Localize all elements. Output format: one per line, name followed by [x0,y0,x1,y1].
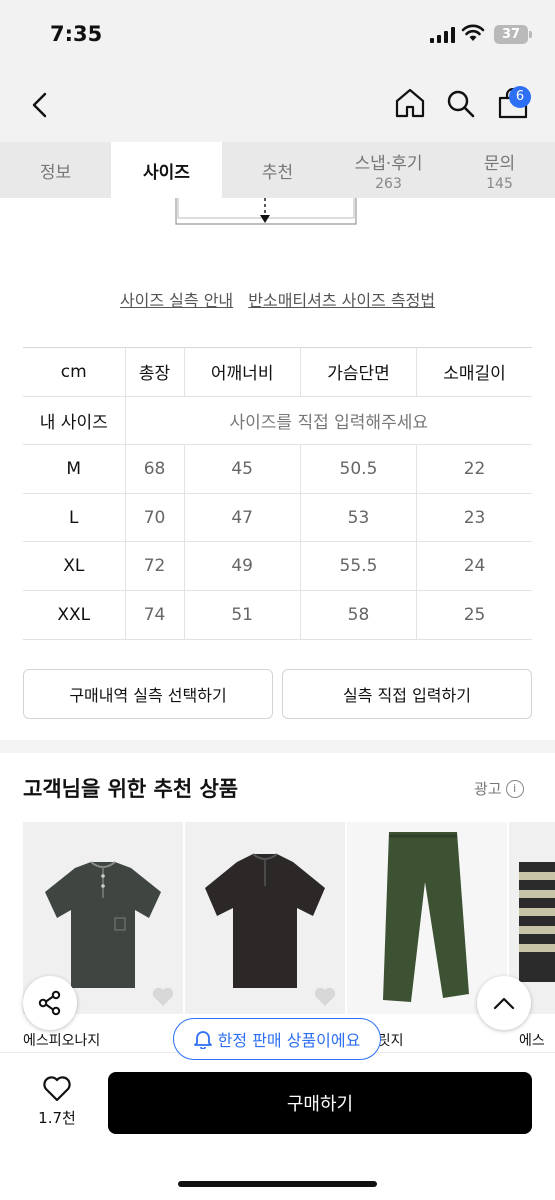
limited-sale-text: 한정 판매 상품이에요 [217,1031,361,1050]
table-cell: 47 [183,492,301,543]
header-cell: 어깨너비 [183,347,301,397]
heart-outline-icon [43,1076,71,1102]
table-cell: 25 [416,589,532,640]
table-row: M 68 45 50.5 22 [23,444,532,494]
table-cell: 50.5 [299,444,418,494]
tab-label: 사이즈 [143,162,190,183]
status-bar: 7:35 37 [0,0,555,70]
wifi-icon [461,24,485,41]
tab-label: 스냅·후기 [354,153,423,174]
table-cell: 53 [299,492,418,543]
buy-button[interactable]: 구매하기 [108,1072,532,1134]
table-cell: 55.5 [299,541,418,591]
tab-snap-review[interactable]: 스냅·후기 263 [333,142,444,198]
battery-tip [529,31,532,38]
table-cell: 49 [183,541,301,591]
share-icon [38,990,61,1016]
section-divider [0,740,555,753]
cart-count-badge: 6 [509,86,531,108]
size-measure-guide-link[interactable]: 사이즈 실측 안내 [120,291,233,310]
tab-count: 263 [375,175,402,192]
cellular-signal-icon [430,27,455,43]
back-chevron-icon[interactable] [30,91,50,119]
table-cell: 74 [124,589,185,640]
search-icon[interactable] [446,89,476,119]
chevron-up-icon [493,997,515,1010]
size-table: cm 총장 어깨너비 가슴단면 소매길이 내 사이즈 사이즈를 직접 입력해주세… [23,347,532,640]
header-cell: 총장 [124,347,185,397]
my-size-label: 내 사이즈 [23,395,126,446]
size-label: M [23,444,126,494]
table-cell: 22 [416,444,532,494]
size-guide-links: 사이즈 실측 안내 반소매티셔츠 사이즈 측정법 [0,287,555,311]
limited-sale-chip[interactable]: 한정 판매 상품이에요 [173,1018,381,1060]
tab-recommend[interactable]: 추천 [222,142,333,198]
product-card-image[interactable] [185,822,345,1014]
table-cell: 24 [416,541,532,591]
size-label: XXL [23,589,126,640]
info-icon: i [505,779,524,798]
select-purchase-history-button[interactable]: 구매내역 실측 선택하기 [23,669,273,719]
heart-icon[interactable] [151,986,175,1008]
tab-label: 추천 [261,162,294,183]
tab-info[interactable]: 정보 [0,142,111,198]
measurement-diagram [175,198,357,225]
product-tab-bar: 정보 사이즈 추천 스냅·후기 263 문의 145 [0,142,555,198]
table-cell: 72 [124,541,185,591]
size-label: L [23,492,126,543]
table-cell: 23 [416,492,532,543]
like-count: 1.7천 [38,1109,76,1127]
tshirt-measure-method-link[interactable]: 반소매티셔츠 사이즈 측정법 [248,291,435,310]
share-button[interactable] [23,976,77,1030]
recommend-section-title: 고객님을 위한 추천 상품 [23,777,239,801]
direct-input-button[interactable]: 실측 직접 입력하기 [282,669,532,719]
tab-label: 정보 [39,162,72,183]
table-cell: 45 [183,444,301,494]
bell-icon [193,1031,212,1049]
size-label: XL [23,541,126,591]
tab-inquiry[interactable]: 문의 145 [444,142,555,198]
table-cell: 70 [124,492,185,543]
table-row: L 70 47 53 23 [23,492,532,543]
table-row: XXL 74 51 58 25 [23,589,532,640]
home-indicator [178,1181,377,1187]
tab-size[interactable]: 사이즈 [111,142,222,198]
my-size-row[interactable]: 내 사이즈 사이즈를 직접 입력해주세요 [23,395,532,446]
status-time: 7:35 [50,22,103,46]
table-cell: 68 [124,444,185,494]
table-row: XL 72 49 55.5 24 [23,541,532,591]
header-cell: cm [23,347,126,397]
tab-count: 145 [486,175,513,192]
battery-indicator: 37 [494,25,528,44]
heart-icon[interactable] [313,986,337,1008]
ad-label[interactable]: 광고 i [474,778,524,799]
tab-label: 문의 [483,153,516,174]
table-header-row: cm 총장 어깨너비 가슴단면 소매길이 [23,347,532,397]
header-cell: 가슴단면 [299,347,418,397]
my-size-input-prompt[interactable]: 사이즈를 직접 입력해주세요 [124,395,532,446]
table-cell: 58 [299,589,418,640]
header-cell: 소매길이 [416,347,532,397]
scroll-to-top-button[interactable] [477,976,531,1030]
like-button[interactable]: 1.7천 [30,1075,84,1128]
product-brand-name: 에스피오나지 [23,1033,101,1049]
table-cell: 51 [183,589,301,640]
home-icon[interactable] [394,87,426,119]
ad-text: 광고 [474,780,502,798]
